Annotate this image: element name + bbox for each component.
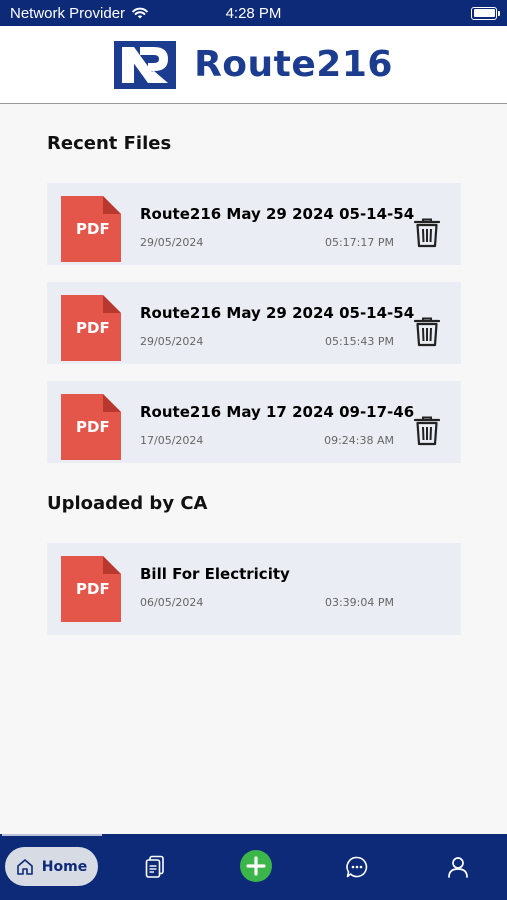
pdf-icon-label: PDF: [76, 418, 110, 436]
pdf-icon-label: PDF: [76, 319, 110, 337]
carrier-label: Network Provider: [10, 4, 126, 22]
file-date: 17/05/2024: [140, 434, 204, 447]
file-card[interactable]: PDF Route216 May 29 2024 05-14-54 29/05/…: [47, 282, 461, 364]
uploaded-by-ca-title: Uploaded by CA: [47, 493, 208, 514]
documents-icon: [145, 855, 164, 878]
pdf-icon-label: PDF: [76, 580, 110, 598]
file-time: 03:39:04 PM: [324, 596, 394, 609]
file-time: 05:17:17 PM: [324, 236, 394, 249]
file-name: Bill For Electricity: [140, 565, 290, 583]
wifi-icon: [132, 7, 148, 19]
file-name: Route216 May 29 2024 05-14-54: [140, 205, 415, 223]
battery-icon: [471, 6, 500, 20]
nav-documents-button[interactable]: [140, 852, 170, 882]
file-date: 06/05/2024: [140, 596, 204, 609]
delete-trash-icon[interactable]: [414, 218, 440, 248]
delete-trash-icon[interactable]: [414, 416, 440, 446]
nav-profile-button[interactable]: [443, 852, 473, 882]
file-card[interactable]: PDF Route216 May 17 2024 09-17-46 17/05/…: [47, 381, 461, 463]
brand-name: Route216: [194, 44, 393, 85]
status-bar: Network Provider 4:28 PM: [0, 0, 507, 26]
nav-chat-button[interactable]: [342, 852, 372, 882]
delete-trash-icon[interactable]: [414, 317, 440, 347]
nav-home-button[interactable]: Home: [5, 847, 98, 886]
recent-files-title: Recent Files: [47, 133, 172, 154]
chat-bubble-icon: [346, 856, 368, 878]
user-profile-icon: [448, 857, 468, 878]
bottom-nav: Home: [0, 834, 507, 900]
home-icon: [16, 858, 33, 875]
nav-indicator: [2, 834, 102, 836]
nav-add-button[interactable]: [238, 848, 274, 884]
file-date: 29/05/2024: [140, 335, 204, 348]
pdf-icon-label: PDF: [76, 220, 110, 238]
app-header: Route216: [0, 26, 507, 104]
nav-home-label: Home: [41, 858, 88, 875]
file-time: 09:24:38 AM: [324, 434, 394, 447]
add-plus-icon: [240, 850, 272, 882]
file-card[interactable]: PDF Bill For Electricity 06/05/2024 03:3…: [47, 543, 461, 635]
file-time: 05:15:43 PM: [324, 335, 394, 348]
route216-logo-icon: [114, 40, 177, 89]
file-card[interactable]: PDF Route216 May 29 2024 05-14-54 29/05/…: [47, 183, 461, 265]
file-name: Route216 May 29 2024 05-14-54: [140, 304, 415, 322]
file-name: Route216 May 17 2024 09-17-46: [140, 403, 415, 421]
status-left: Network Provider: [10, 5, 149, 22]
file-date: 29/05/2024: [140, 236, 204, 249]
